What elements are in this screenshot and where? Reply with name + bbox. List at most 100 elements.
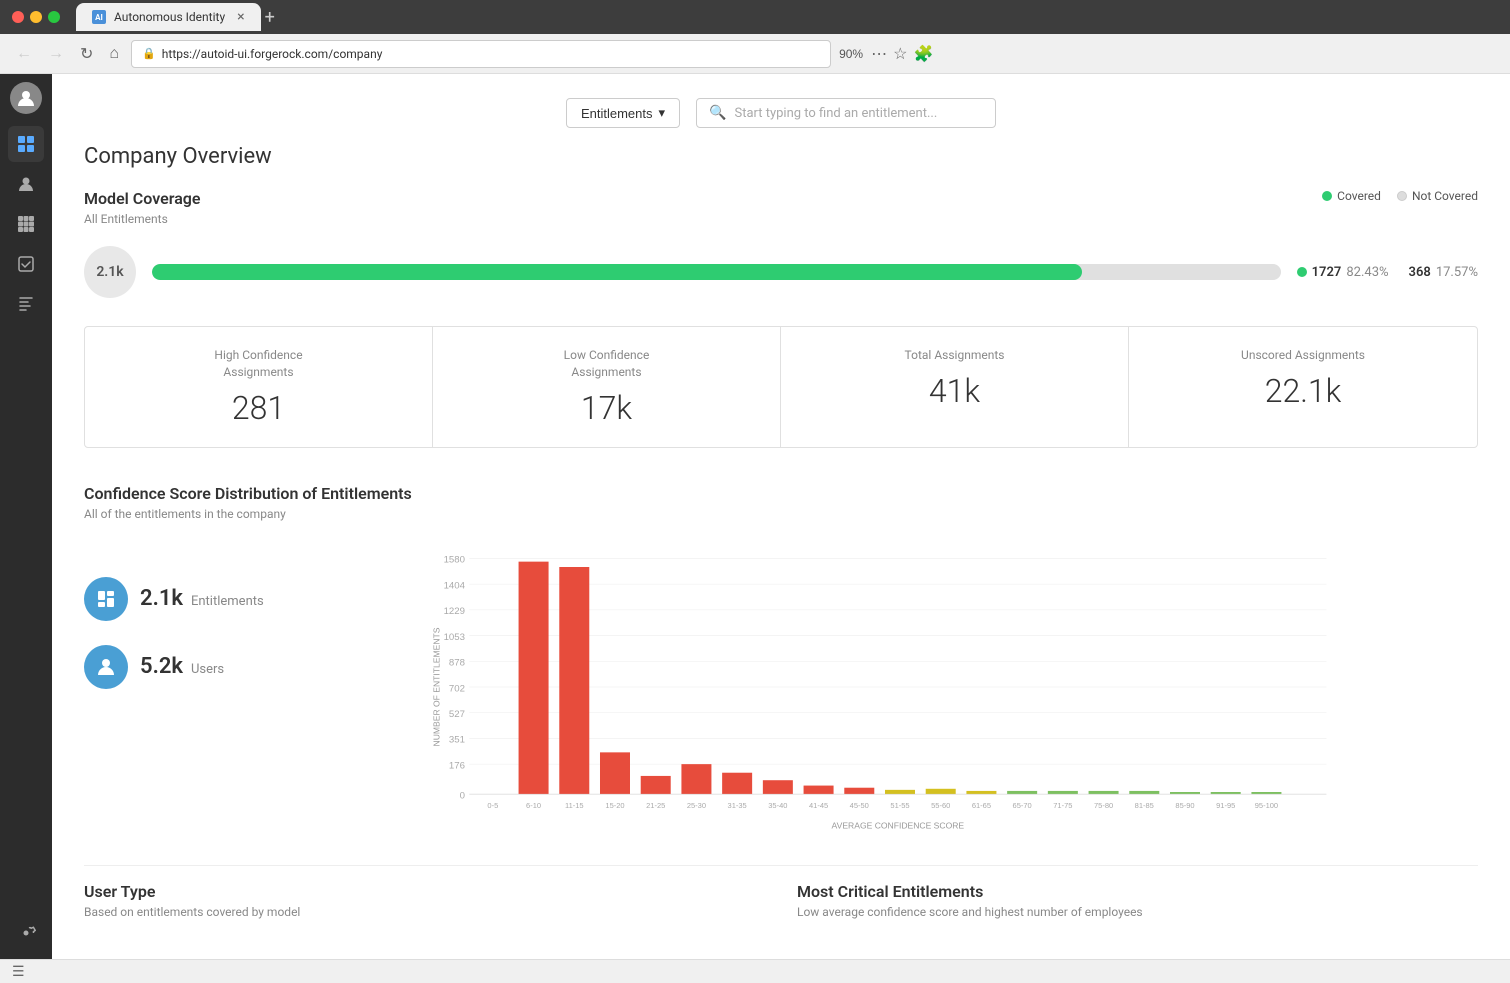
maximize-button[interactable] (48, 11, 60, 23)
svg-text:AVERAGE CONFIDENCE SCORE: AVERAGE CONFIDENCE SCORE (831, 820, 964, 830)
security-icon: 🔒 (142, 47, 156, 60)
forward-button[interactable]: → (44, 41, 68, 67)
svg-text:55-60: 55-60 (931, 801, 950, 810)
chart-title: Confidence Score Distribution of Entitle… (84, 484, 1478, 503)
covered-label: Covered (1337, 189, 1381, 203)
chart-section: Confidence Score Distribution of Entitle… (84, 484, 1478, 841)
model-coverage-section: Model Coverage All Entitlements Covered … (84, 189, 1478, 306)
critical-subtitle: Low average confidence score and highest… (797, 905, 1478, 919)
svg-text:1053: 1053 (443, 631, 464, 642)
chart-area: NUMBER OF ENTITLEMENTS 1580 1404 1229 10… (296, 537, 1478, 841)
stat-label-high: High ConfidenceAssignments (105, 347, 412, 381)
svg-text:15-20: 15-20 (605, 801, 624, 810)
address-bar-row: ← → ↻ ⌂ 🔒 https://autoid-ui.forgerock.co… (0, 34, 1510, 74)
svg-text:1229: 1229 (443, 606, 464, 617)
tab-bar: AI Autonomous Identity × + (76, 3, 1498, 31)
stat-card-total: Total Assignments 41k (781, 327, 1129, 447)
active-tab[interactable]: AI Autonomous Identity × (76, 3, 261, 31)
user-avatar[interactable] (10, 82, 42, 114)
covered-stat: 1727 82.43% (1297, 265, 1389, 280)
bottom-sections: User Type Based on entitlements covered … (84, 865, 1478, 919)
browser-actions: ⋯ ☆ 🧩 (871, 44, 933, 63)
bar-chart-svg: NUMBER OF ENTITLEMENTS 1580 1404 1229 10… (296, 537, 1478, 837)
extensions-icon[interactable]: 🧩 (913, 44, 933, 63)
users-icon (84, 645, 128, 689)
search-bar[interactable]: 🔍 Start typing to find an entitlement... (696, 98, 996, 128)
address-text: https://autoid-ui.forgerock.com/company (162, 47, 383, 61)
stat-label-unscored: Unscored Assignments (1149, 347, 1457, 364)
entitlements-button[interactable]: Entitlements ▾ (566, 98, 680, 128)
chart-header: Confidence Score Distribution of Entitle… (84, 484, 1478, 521)
home-button[interactable]: ⌂ (105, 41, 123, 67)
svg-text:95-100: 95-100 (1254, 801, 1277, 810)
svg-text:45-50: 45-50 (849, 801, 868, 810)
close-button[interactable] (12, 11, 24, 23)
search-icon: 🔍 (709, 105, 726, 121)
bar-stats: 1727 82.43% 368 17.57% (1297, 265, 1478, 280)
bottom-status-bar: ☰ (0, 959, 1510, 983)
not-covered-pct: 17.57% (1436, 265, 1478, 280)
stat-value-unscored: 22.1k (1149, 372, 1457, 410)
sidebar-item-settings[interactable] (8, 915, 44, 951)
search-placeholder: Start typing to find an entitlement... (734, 106, 937, 121)
svg-text:1580: 1580 (443, 554, 464, 565)
svg-text:51-55: 51-55 (890, 801, 909, 810)
svg-text:41-45: 41-45 (809, 801, 828, 810)
entitlements-num: 2.1k (140, 586, 183, 611)
more-options-icon[interactable]: ⋯ (871, 44, 887, 63)
sidebar-item-rules[interactable] (8, 286, 44, 322)
browser-chrome: AI Autonomous Identity × + (0, 0, 1510, 34)
model-coverage-subtitle: All Entitlements (84, 212, 201, 226)
svg-text:65-70: 65-70 (1012, 801, 1031, 810)
svg-text:NUMBER OF ENTITLEMENTS: NUMBER OF ENTITLEMENTS (431, 627, 441, 746)
svg-text:6-10: 6-10 (526, 801, 541, 810)
top-bar: Entitlements ▾ 🔍 Start typing to find an… (84, 98, 1478, 128)
critical-title: Most Critical Entitlements (797, 882, 1478, 901)
svg-text:25-30: 25-30 (687, 801, 706, 810)
svg-text:85-90: 85-90 (1175, 801, 1194, 810)
coverage-bar-row: 2.1k 1727 82.43% 368 17.57% (84, 246, 1478, 298)
sidebar-item-dashboard[interactable] (8, 126, 44, 162)
entitlements-stat: 2.1k Entitlements (84, 577, 264, 621)
sidebar-item-apps[interactable] (8, 206, 44, 242)
stat-card-high-confidence: High ConfidenceAssignments 281 (85, 327, 433, 447)
users-num: 5.2k (140, 654, 183, 679)
chart-subtitle: All of the entitlements in the company (84, 507, 1478, 521)
covered-count: 1727 (1312, 265, 1342, 280)
main-content: Entitlements ▾ 🔍 Start typing to find an… (52, 74, 1510, 959)
svg-text:75-80: 75-80 (1094, 801, 1113, 810)
svg-text:71-75: 71-75 (1053, 801, 1072, 810)
not-covered-count: 368 (1409, 265, 1431, 280)
chevron-down-icon: ▾ (659, 105, 666, 121)
stat-label-low: Low ConfidenceAssignments (453, 347, 760, 381)
entitlements-label: Entitlements (191, 594, 264, 609)
refresh-button[interactable]: ↻ (76, 40, 97, 68)
address-bar[interactable]: 🔒 https://autoid-ui.forgerock.com/compan… (131, 40, 831, 68)
not-covered-label: Not Covered (1412, 189, 1478, 203)
svg-text:21-25: 21-25 (646, 801, 665, 810)
panel-toggle-icon[interactable]: ☰ (12, 964, 25, 980)
new-tab-button[interactable]: + (265, 7, 275, 28)
svg-text:702: 702 (449, 683, 465, 694)
stat-value-total: 41k (801, 372, 1108, 410)
stats-grid: High ConfidenceAssignments 281 Low Confi… (84, 326, 1478, 448)
user-type-title: User Type (84, 882, 765, 901)
stat-value-high: 281 (105, 389, 412, 427)
zoom-control[interactable]: 90% (839, 47, 863, 61)
svg-text:0-5: 0-5 (487, 801, 498, 810)
stat-label-total: Total Assignments (801, 347, 1108, 364)
tab-close-button[interactable]: × (237, 9, 244, 25)
sidebar-item-reviews[interactable] (8, 246, 44, 282)
minimize-button[interactable] (30, 11, 42, 23)
svg-text:878: 878 (449, 657, 465, 668)
bookmark-icon[interactable]: ☆ (893, 44, 907, 63)
chart-layout: 2.1k Entitlements 5.2k (84, 537, 1478, 841)
model-coverage-title: Model Coverage (84, 189, 201, 208)
back-button[interactable]: ← (12, 41, 36, 67)
critical-entitlements-section: Most Critical Entitlements Low average c… (797, 882, 1478, 919)
sidebar-item-users[interactable] (8, 166, 44, 202)
covered-fill (152, 264, 1082, 280)
svg-text:35-40: 35-40 (768, 801, 787, 810)
traffic-lights (12, 11, 60, 23)
svg-text:11-15: 11-15 (565, 801, 584, 810)
